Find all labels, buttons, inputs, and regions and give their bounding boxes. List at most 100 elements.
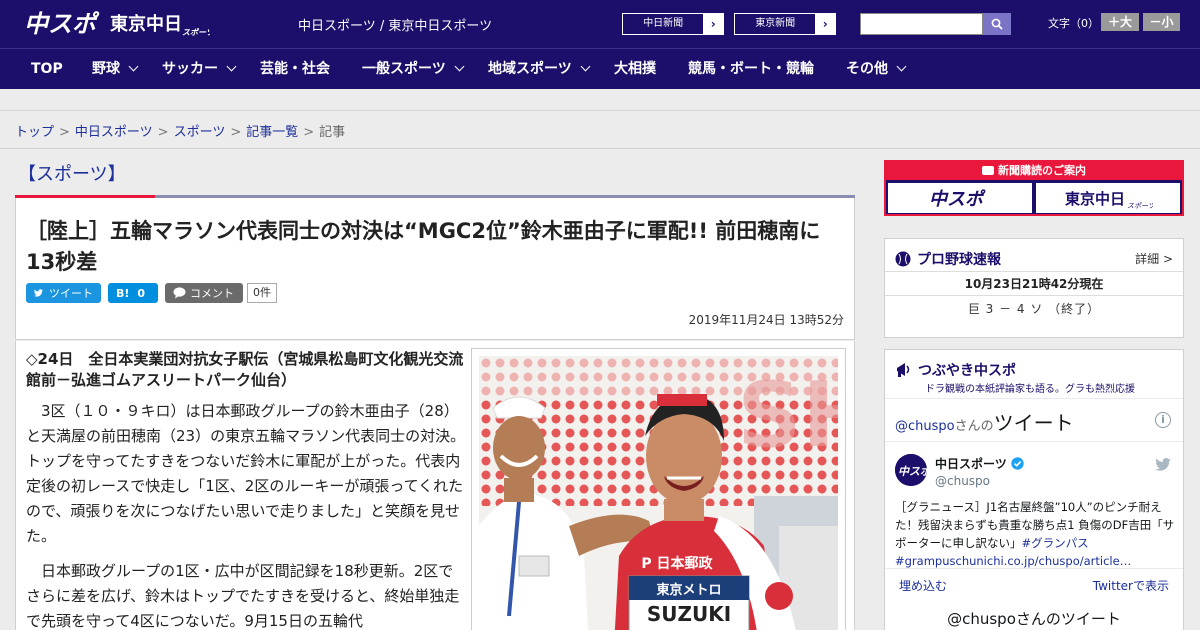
view-on-twitter-link[interactable]: Twitterで表示 bbox=[1093, 577, 1169, 594]
baseball-update-time: 10月23日21時42分現在 bbox=[885, 271, 1183, 296]
speech-bubble-icon bbox=[173, 287, 186, 299]
timeline-next-header: @chuspoさんのツイート bbox=[947, 610, 1121, 628]
tweet-button[interactable]: ツイート bbox=[26, 283, 101, 303]
search-input[interactable] bbox=[860, 13, 983, 35]
chunichi-shimbun-label: 中日新聞 bbox=[643, 18, 684, 29]
chevron-right-icon: › bbox=[815, 14, 835, 34]
twitter-widget-title: つぶやき中スポ bbox=[895, 360, 1016, 380]
nav-item-top[interactable]: TOP bbox=[31, 49, 63, 90]
tokyo-shimbun-label: 東京新聞 bbox=[755, 18, 796, 29]
breadcrumb-top[interactable]: トップ bbox=[15, 125, 54, 140]
article-body: ◇24日 全日本実業団対抗女子駅伝（宮城県松島町文化観光交流館前－弘進ゴムアスリ… bbox=[15, 341, 855, 630]
breadcrumb-article-list[interactable]: 記事一覧 bbox=[246, 125, 298, 140]
tweet-link[interactable]: #grampuschunichi.co.jp/chuspo/article… bbox=[895, 554, 1131, 568]
nav-item-label: 野球 bbox=[92, 61, 120, 77]
chunichi-shimbun-link[interactable]: 中日新聞 › bbox=[622, 13, 724, 35]
timeline-header-handle[interactable]: @chuspo bbox=[895, 419, 955, 434]
newspaper-icon bbox=[982, 166, 994, 175]
nav-item-soccer[interactable]: サッカー bbox=[162, 49, 237, 90]
tweet-account-name[interactable]: 中日スポーツ bbox=[935, 455, 1024, 472]
share-buttons: ツイート B! 0 コメント 0件 bbox=[26, 283, 277, 303]
nav-item-entertainment[interactable]: 芸能・社会 bbox=[260, 49, 330, 90]
tokyo-shimbun-link[interactable]: 東京新聞 › bbox=[734, 13, 836, 35]
chevron-down-icon bbox=[226, 61, 237, 72]
twitter-bird-icon bbox=[34, 289, 43, 297]
hatena-bookmark-button[interactable]: B! 0 bbox=[108, 283, 158, 303]
twitter-bird-icon[interactable] bbox=[1155, 456, 1171, 475]
twitter-widget: つぶやき中スポ ドラ観戦の本紙評論家も語る。グラも熱烈応援 @chuspoさんの… bbox=[884, 349, 1184, 630]
sub-nav-bar bbox=[0, 89, 1200, 111]
nav-item-label: 一般スポーツ bbox=[362, 61, 446, 77]
nav-item-label: TOP bbox=[31, 61, 63, 77]
subscribe-chuspo-logo[interactable]: 中スポ bbox=[888, 183, 1032, 213]
nav-item-label: 芸能・社会 bbox=[260, 61, 330, 77]
comment-button-label: コメント bbox=[190, 287, 234, 300]
hatena-icon: B! bbox=[116, 286, 130, 300]
baseball-widget-title-text: プロ野球速報 bbox=[917, 252, 1001, 268]
subscribe-logo1-text: 中スポ bbox=[929, 189, 986, 210]
breadcrumb-divider bbox=[0, 148, 1200, 149]
breadcrumb: トップ > 中日スポーツ > スポーツ > 記事一覧 > 記事 bbox=[15, 121, 345, 140]
subscribe-logo2-sub: スポーツ bbox=[1127, 202, 1153, 210]
tweet-button-label: ツイート bbox=[49, 287, 93, 300]
nav-item-sumo[interactable]: 大相撲 bbox=[614, 49, 656, 90]
article-paragraph: 日本郵政グループの1区・広中が区間記録を18秒更新。2区でさらに差を広げ、鈴木は… bbox=[26, 562, 460, 630]
breadcrumb-separator: > bbox=[230, 125, 242, 140]
avatar[interactable]: 中スポ bbox=[895, 454, 927, 486]
photo-backdrop-text: SH bbox=[737, 363, 838, 468]
chuspo-logo[interactable]: 中スポ bbox=[24, 8, 100, 38]
jersey-team-text: P 日本郵政 bbox=[641, 555, 713, 572]
chuspo-logo-text: 中スポ bbox=[24, 10, 100, 38]
tweet-hashtag[interactable]: #グランパス bbox=[1022, 536, 1089, 550]
subscription-title-text: 新聞購読のご案内 bbox=[998, 164, 1086, 177]
bib-name: SUZUKI bbox=[647, 602, 731, 626]
breadcrumb-sports[interactable]: スポーツ bbox=[174, 125, 226, 140]
hatena-count: 0 bbox=[137, 286, 146, 300]
nav-item-general-sports[interactable]: 一般スポーツ bbox=[362, 49, 465, 90]
nav-item-local-sports[interactable]: 地域スポーツ bbox=[488, 49, 591, 90]
chevron-down-icon bbox=[896, 61, 907, 72]
nav-item-baseball[interactable]: 野球 bbox=[92, 49, 139, 90]
article-lead: ◇24日 全日本実業団対抗女子駅伝（宮城県松島町文化観光交流館前－弘進ゴムアスリ… bbox=[26, 350, 464, 389]
publish-date: 2019年11月24日 13時52分 bbox=[688, 313, 844, 327]
chevron-down-icon bbox=[128, 61, 139, 72]
main-nav: TOP 野球 サッカー 芸能・社会 一般スポーツ 地域スポーツ 大相撲 競馬・ボ… bbox=[0, 48, 1200, 89]
section-label: 【スポーツ】 bbox=[18, 164, 126, 185]
embed-link[interactable]: 埋め込む bbox=[899, 577, 947, 594]
nav-item-label: 大相撲 bbox=[614, 61, 656, 77]
subscription-banner[interactable]: 新聞購読のご案内 中スポ 東京中日 スポーツ bbox=[884, 160, 1184, 216]
font-smaller-button[interactable]: －小 bbox=[1143, 13, 1180, 31]
baseball-score[interactable]: 巨 3 － 4 ソ （終了） bbox=[885, 297, 1183, 322]
baseball-icon bbox=[895, 251, 911, 267]
bib-sponsor: 東京メトロ bbox=[656, 582, 721, 598]
baseball-scores-widget: プロ野球速報 詳細 > 10月23日21時42分現在 巨 3 － 4 ソ （終了… bbox=[884, 238, 1184, 338]
twitter-widget-subtitle: ドラ観戦の本紙評論家も語る。グラも熱烈応援 bbox=[925, 384, 1135, 395]
article-headline: ［陸上］五輪マラソン代表同士の対決は“MGC2位”鈴木亜由子に軍配!! 前田穂南… bbox=[26, 219, 821, 274]
search-icon bbox=[991, 18, 1003, 30]
timeline-header-text: @chuspoさんのツイート bbox=[895, 407, 1074, 436]
nav-item-label: その他 bbox=[846, 61, 888, 77]
timeline-header-san: さんの bbox=[954, 419, 994, 434]
baseball-details-link[interactable]: 詳細 > bbox=[1135, 250, 1173, 267]
megaphone-icon bbox=[897, 363, 910, 377]
font-larger-button[interactable]: ＋大 bbox=[1101, 13, 1139, 31]
site-title[interactable]: 中日スポーツ / 東京中日スポーツ bbox=[298, 15, 492, 34]
tweet-account-handle[interactable]: @chuspo bbox=[935, 474, 990, 488]
comment-button[interactable]: コメント bbox=[165, 283, 243, 303]
article-photo[interactable]: SH bbox=[479, 356, 838, 630]
breadcrumb-chunichi-sports[interactable]: 中日スポーツ bbox=[75, 125, 153, 140]
subscribe-tokyo-logo[interactable]: 東京中日 スポーツ bbox=[1036, 183, 1180, 213]
nav-item-racing[interactable]: 競馬・ボート・競輪 bbox=[688, 49, 814, 90]
info-icon[interactable]: i bbox=[1155, 412, 1171, 428]
headline-box: ［陸上］五輪マラソン代表同士の対決は“MGC2位”鈴木亜由子に軍配!! 前田穂南… bbox=[15, 198, 855, 340]
article-paragraph: 3区（１０・９キロ）は日本郵政グループの鈴木亜由子（28）と天満屋の前田穂南（2… bbox=[26, 402, 466, 545]
tweet-account-name-text: 中日スポーツ bbox=[935, 457, 1007, 471]
breadcrumb-separator: > bbox=[59, 125, 70, 140]
article-photo-frame: SH bbox=[471, 348, 846, 630]
search-button[interactable] bbox=[983, 13, 1011, 35]
nav-item-other[interactable]: その他 bbox=[846, 49, 907, 90]
subscribe-logo2-main: 東京中日 bbox=[1065, 190, 1125, 208]
twitter-timeline-header: @chuspoさんのツイート i bbox=[885, 398, 1183, 442]
breadcrumb-current: 記事 bbox=[319, 125, 346, 140]
tokyo-chunichi-logo[interactable]: 東京中日 スポーツ bbox=[110, 10, 215, 38]
